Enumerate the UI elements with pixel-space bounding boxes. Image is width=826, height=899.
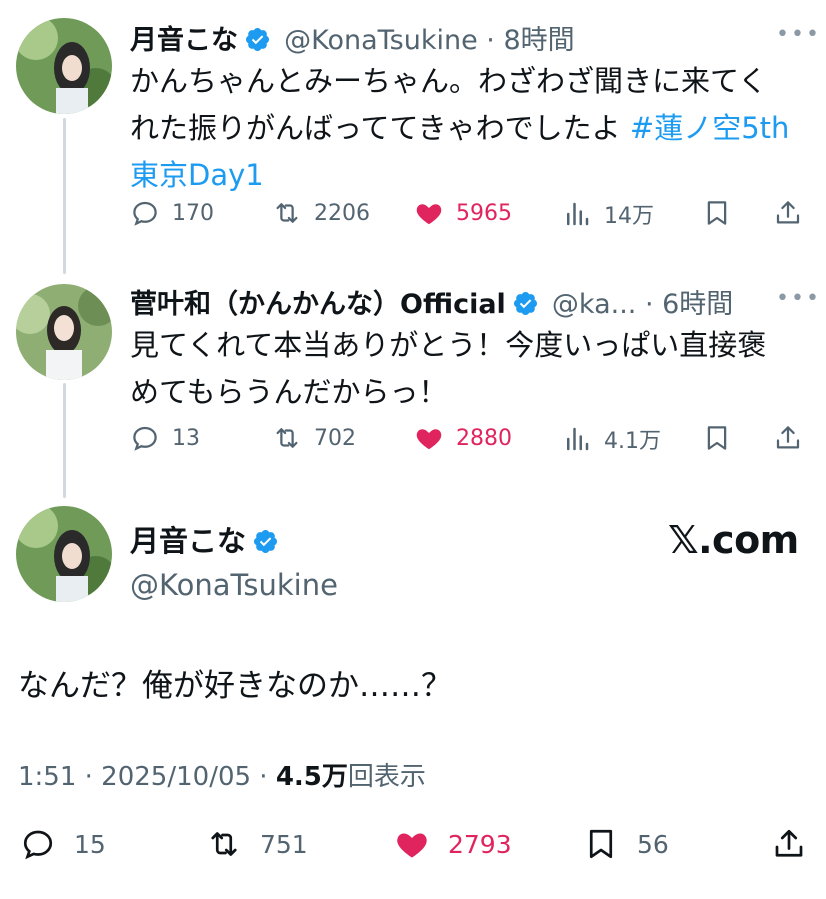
- bookmark-icon: [707, 426, 727, 450]
- display-name[interactable]: 月音こな: [130, 524, 246, 558]
- reply-icon: [133, 201, 157, 226]
- tweet-text-line: めてもらうんだからっ！: [130, 375, 448, 409]
- source-logo: 𝕏.com: [668, 518, 799, 562]
- timestamp[interactable]: 6時間: [662, 289, 733, 320]
- handle[interactable]: @KonaTsukine: [130, 568, 338, 602]
- reply-count: 15: [74, 829, 106, 859]
- repost-button[interactable]: 702: [272, 423, 356, 453]
- repost-button[interactable]: 751: [206, 826, 308, 862]
- hashtag-link[interactable]: 東京Day1: [130, 152, 820, 199]
- share-button[interactable]: [773, 423, 803, 453]
- heart-icon: [397, 833, 427, 858]
- bookmark-icon: [707, 201, 727, 225]
- reply-count: 170: [172, 200, 214, 226]
- views-button[interactable]: 4.1万: [562, 423, 661, 455]
- tweet-text: かんちゃんとみーちゃん。わざわざ聞きに来てく れた振りがんばっててきゃわでしたよ…: [130, 58, 820, 199]
- reply-count: 13: [172, 425, 200, 451]
- verified-badge-icon: [245, 27, 270, 52]
- bookmark-count: 56: [637, 829, 669, 859]
- repost-icon: [276, 428, 298, 448]
- display-name[interactable]: 月音こな: [130, 25, 238, 56]
- reply-button[interactable]: 15: [20, 826, 106, 862]
- tweet-text: なんだ？俺が好きなのか……？: [18, 668, 452, 704]
- handle[interactable]: @KonaTsukine: [284, 25, 478, 56]
- verified-badge-icon: [513, 291, 537, 316]
- like-button[interactable]: 5965: [414, 198, 512, 228]
- views-icon: [567, 427, 589, 451]
- like-count: 2880: [456, 425, 512, 451]
- bookmark-button[interactable]: [702, 423, 732, 453]
- bookmark-button[interactable]: 56: [583, 826, 669, 862]
- reply-icon: [23, 830, 53, 860]
- repost-button[interactable]: 2206: [272, 198, 370, 228]
- tweet-text-line: 見てくれて本当ありがとう！今度いっぱい直接褒: [130, 328, 767, 362]
- verified-badge-icon: [253, 529, 278, 554]
- like-count: 2793: [448, 829, 512, 859]
- share-button[interactable]: [773, 198, 803, 228]
- like-count: 5965: [456, 200, 512, 226]
- tweet-text-line: かんちゃんとみーちゃん。わざわざ聞きに来てく: [130, 64, 768, 98]
- more-icon[interactable]: •••: [776, 22, 821, 47]
- heart-icon: [416, 429, 442, 450]
- share-icon: [776, 201, 800, 224]
- views-icon: [567, 202, 589, 226]
- tweet-text-line: れた振りがんばっててきゃわでしたよ #蓮ノ空5th: [130, 105, 820, 152]
- display-name[interactable]: 菅叶和（かんかんな）Official: [130, 289, 506, 320]
- repost-icon: [276, 203, 298, 223]
- handle[interactable]: @ka...: [552, 289, 636, 320]
- heart-icon: [416, 204, 442, 225]
- timestamp[interactable]: 8時間: [503, 25, 574, 56]
- repost-icon: [211, 832, 237, 856]
- repost-count: 2206: [314, 200, 370, 226]
- tweet-text: 見てくれて本当ありがとう！今度いっぱい直接褒 めてもらうんだからっ！: [130, 322, 820, 416]
- views-button[interactable]: 14万: [562, 198, 654, 230]
- reply-button[interactable]: 170: [130, 198, 214, 228]
- repost-count: 751: [260, 829, 308, 859]
- tweet-text-segment: れた振りがんばっててきゃわでしたよ: [130, 111, 630, 145]
- tweet-header: 菅叶和（かんかんな）Official @ka... · 6時間: [130, 289, 734, 320]
- views-count: 14万: [604, 204, 654, 229]
- bookmark-button[interactable]: [702, 198, 732, 228]
- more-icon[interactable]: •••: [776, 286, 821, 311]
- tweet-meta: 1:51 · 2025/10/05 · 4.5万回表示: [18, 756, 426, 793]
- hashtag-link[interactable]: #蓮ノ空5th: [630, 111, 790, 145]
- reply-button[interactable]: 13: [130, 423, 200, 453]
- views-label: 回表示: [347, 762, 426, 792]
- thread-connector: [63, 118, 66, 274]
- views-count: 4.1万: [604, 429, 661, 454]
- avatar[interactable]: [16, 506, 112, 602]
- like-button[interactable]: 2880: [414, 423, 512, 453]
- tweet-header: 月音こな @KonaTsukine · 8時間: [130, 25, 575, 56]
- avatar[interactable]: [16, 18, 112, 114]
- avatar[interactable]: [16, 284, 112, 380]
- thread-connector: [63, 383, 66, 498]
- repost-count: 702: [314, 425, 356, 451]
- bookmark-icon: [589, 829, 613, 859]
- share-button[interactable]: [771, 826, 807, 862]
- like-button[interactable]: 2793: [394, 826, 512, 862]
- share-icon: [776, 426, 800, 449]
- author-block: 月音こな @KonaTsukine: [130, 518, 338, 602]
- share-icon: [775, 829, 803, 857]
- reply-icon: [133, 426, 157, 451]
- views-count: 4.5万: [275, 762, 348, 792]
- timestamp[interactable]: 1:51 · 2025/10/05 ·: [18, 762, 276, 792]
